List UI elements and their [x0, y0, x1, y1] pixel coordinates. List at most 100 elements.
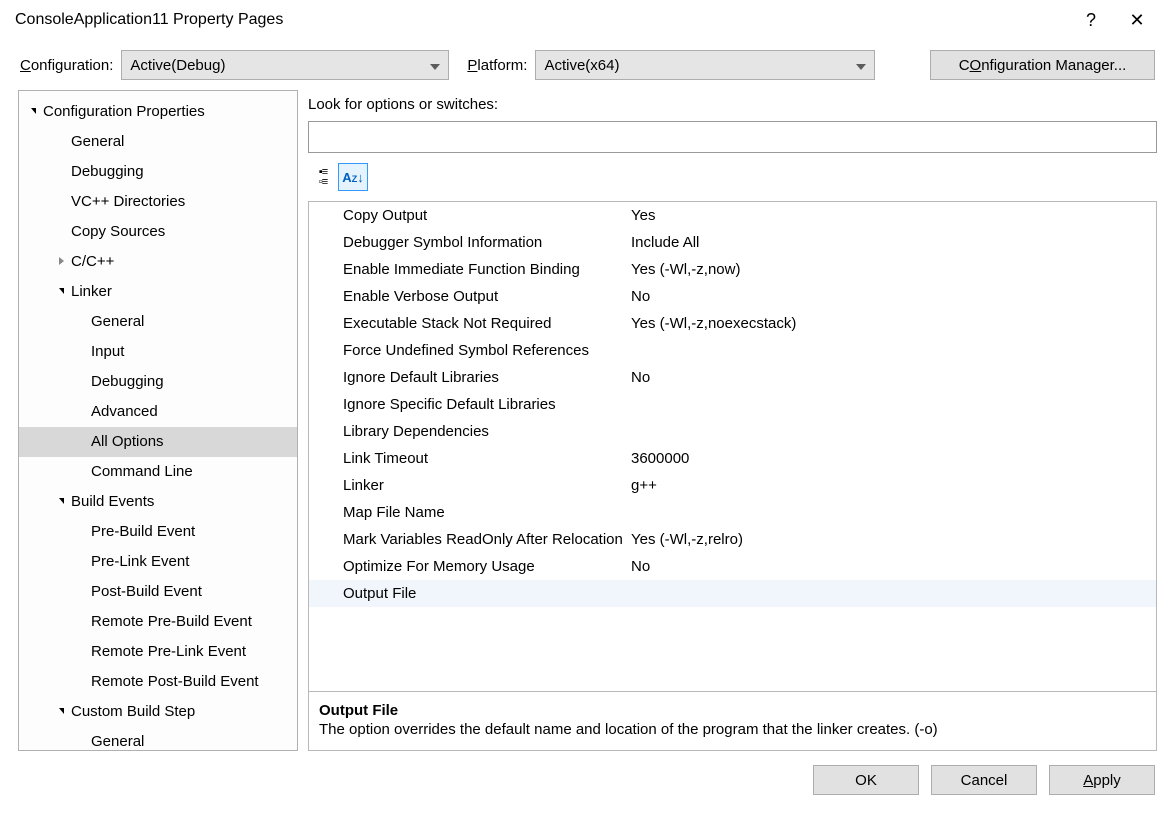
property-row[interactable]: Linkerg++	[309, 472, 1156, 499]
tree-item[interactable]: Input	[19, 337, 297, 367]
tree-item[interactable]: Custom Build Step	[19, 697, 297, 727]
tree-item-label: Debugging	[71, 159, 144, 185]
property-label: Executable Stack Not Required	[309, 315, 629, 332]
property-row[interactable]: Ignore Specific Default Libraries	[309, 391, 1156, 418]
property-row[interactable]: Debugger Symbol InformationInclude All	[309, 229, 1156, 256]
property-value[interactable]: Yes	[629, 207, 1156, 224]
platform-label: Platform:	[467, 57, 527, 74]
property-value[interactable]: No	[629, 558, 1156, 575]
description-text: The option overrides the default name an…	[319, 721, 1146, 738]
tree-item[interactable]: All Options	[19, 427, 297, 457]
tree-item[interactable]: Build Events	[19, 487, 297, 517]
tree-item-label: C/C++	[71, 249, 114, 275]
property-label: Optimize For Memory Usage	[309, 558, 629, 575]
tree-item-label: Remote Pre-Build Event	[91, 609, 252, 635]
tree-item[interactable]: Command Line	[19, 457, 297, 487]
tree-item[interactable]: Pre-Link Event	[19, 547, 297, 577]
tree-item[interactable]: Debugging	[19, 157, 297, 187]
tree-item-label: Copy Sources	[71, 219, 165, 245]
tree-expander-icon[interactable]	[55, 279, 67, 305]
property-label: Link Timeout	[309, 450, 629, 467]
property-label: Enable Immediate Function Binding	[309, 261, 629, 278]
property-value[interactable]: No	[629, 288, 1156, 305]
property-row[interactable]: Enable Immediate Function BindingYes (-W…	[309, 256, 1156, 283]
property-value[interactable]: Yes (-Wl,-z,now)	[629, 261, 1156, 278]
property-row[interactable]: Ignore Default LibrariesNo	[309, 364, 1156, 391]
property-value[interactable]: 3600000	[629, 450, 1156, 467]
property-row[interactable]: Output File	[309, 580, 1156, 607]
tree-item-label: Build Events	[71, 489, 154, 515]
footer: OK Cancel Apply	[0, 751, 1175, 813]
cancel-button[interactable]: Cancel	[931, 765, 1037, 795]
tree-item[interactable]: C/C++	[19, 247, 297, 277]
property-row[interactable]: Library Dependencies	[309, 418, 1156, 445]
property-label: Map File Name	[309, 504, 629, 521]
category-tree[interactable]: Configuration Properties General Debugging…	[18, 90, 298, 751]
apply-button[interactable]: Apply	[1049, 765, 1155, 795]
tree-expander-icon[interactable]	[27, 99, 39, 125]
close-button[interactable]	[1114, 4, 1160, 36]
tree-item[interactable]: Post-Build Event	[19, 577, 297, 607]
property-row[interactable]: Link Timeout3600000	[309, 445, 1156, 472]
tree-item-label: Post-Build Event	[91, 579, 202, 605]
property-label: Enable Verbose Output	[309, 288, 629, 305]
property-row[interactable]: Force Undefined Symbol References	[309, 337, 1156, 364]
configuration-label: Configuration:	[20, 57, 113, 74]
tree-item-label: General	[91, 309, 144, 335]
configuration-manager-button[interactable]: COnfiguration Manager...	[930, 50, 1155, 80]
property-value[interactable]: No	[629, 369, 1156, 386]
config-bar: Configuration: Active(Debug) Platform: A…	[0, 40, 1175, 90]
property-label: Copy Output	[309, 207, 629, 224]
property-value[interactable]: Yes (-Wl,-z,relro)	[629, 531, 1156, 548]
tree-item[interactable]: Linker	[19, 277, 297, 307]
tree-item-label: Pre-Build Event	[91, 519, 195, 545]
configuration-combo[interactable]: Active(Debug)	[121, 50, 449, 80]
tree-expander-icon[interactable]	[55, 699, 67, 725]
tree-item[interactable]: Copy Sources	[19, 217, 297, 247]
property-row[interactable]: Copy OutputYes	[309, 202, 1156, 229]
tree-item[interactable]: VC++ Directories	[19, 187, 297, 217]
tree-item[interactable]: Advanced	[19, 397, 297, 427]
property-pages-dialog: ConsoleApplication11 Property Pages Conf…	[0, 0, 1175, 813]
property-grid[interactable]: Copy OutputYesDebugger Symbol Informatio…	[309, 202, 1156, 691]
tree-item-label: Configuration Properties	[43, 99, 205, 125]
property-row[interactable]: Map File Name	[309, 499, 1156, 526]
tree-item[interactable]: Pre-Build Event	[19, 517, 297, 547]
titlebar: ConsoleApplication11 Property Pages	[0, 0, 1175, 40]
titlebar-text: ConsoleApplication11 Property Pages	[15, 11, 1068, 29]
tree-item[interactable]: Remote Post-Build Event	[19, 667, 297, 697]
ok-button[interactable]: OK	[813, 765, 919, 795]
search-input[interactable]	[308, 121, 1157, 153]
tree-item[interactable]: General	[19, 307, 297, 337]
search-label: Look for options or switches:	[308, 90, 1157, 115]
platform-combo[interactable]: Active(x64)	[535, 50, 875, 80]
tree-item[interactable]: Configuration Properties	[19, 97, 297, 127]
property-label: Ignore Specific Default Libraries	[309, 396, 629, 413]
help-button[interactable]	[1068, 4, 1114, 36]
property-row[interactable]: Mark Variables ReadOnly After Relocation…	[309, 526, 1156, 553]
tree-item-label: General	[71, 129, 124, 155]
tree-item[interactable]: Remote Pre-Link Event	[19, 637, 297, 667]
tree-expander-icon[interactable]	[55, 249, 67, 275]
tree-item[interactable]: Debugging	[19, 367, 297, 397]
property-row[interactable]: Executable Stack Not RequiredYes (-Wl,-z…	[309, 310, 1156, 337]
chevron-down-icon	[430, 57, 440, 74]
property-label: Mark Variables ReadOnly After Relocation	[309, 531, 629, 548]
tree-item-label: General	[91, 729, 144, 751]
property-label: Output File	[309, 585, 629, 602]
tree-item[interactable]: General	[19, 727, 297, 751]
alphabetical-view-button[interactable]: AZ↓	[338, 163, 368, 191]
tree-item-label: Pre-Link Event	[91, 549, 189, 575]
property-value[interactable]: Include All	[629, 234, 1156, 251]
property-row[interactable]: Optimize For Memory UsageNo	[309, 553, 1156, 580]
tree-expander-icon[interactable]	[55, 489, 67, 515]
chevron-down-icon	[856, 57, 866, 74]
property-value[interactable]: Yes (-Wl,-z,noexecstack)	[629, 315, 1156, 332]
categorized-view-button[interactable]: ▪≡▫≡	[308, 163, 338, 191]
property-row[interactable]: Enable Verbose OutputNo	[309, 283, 1156, 310]
property-label: Debugger Symbol Information	[309, 234, 629, 251]
tree-item[interactable]: Remote Pre-Build Event	[19, 607, 297, 637]
tree-item[interactable]: General	[19, 127, 297, 157]
tree-item-label: VC++ Directories	[71, 189, 185, 215]
property-value[interactable]: g++	[629, 477, 1156, 494]
